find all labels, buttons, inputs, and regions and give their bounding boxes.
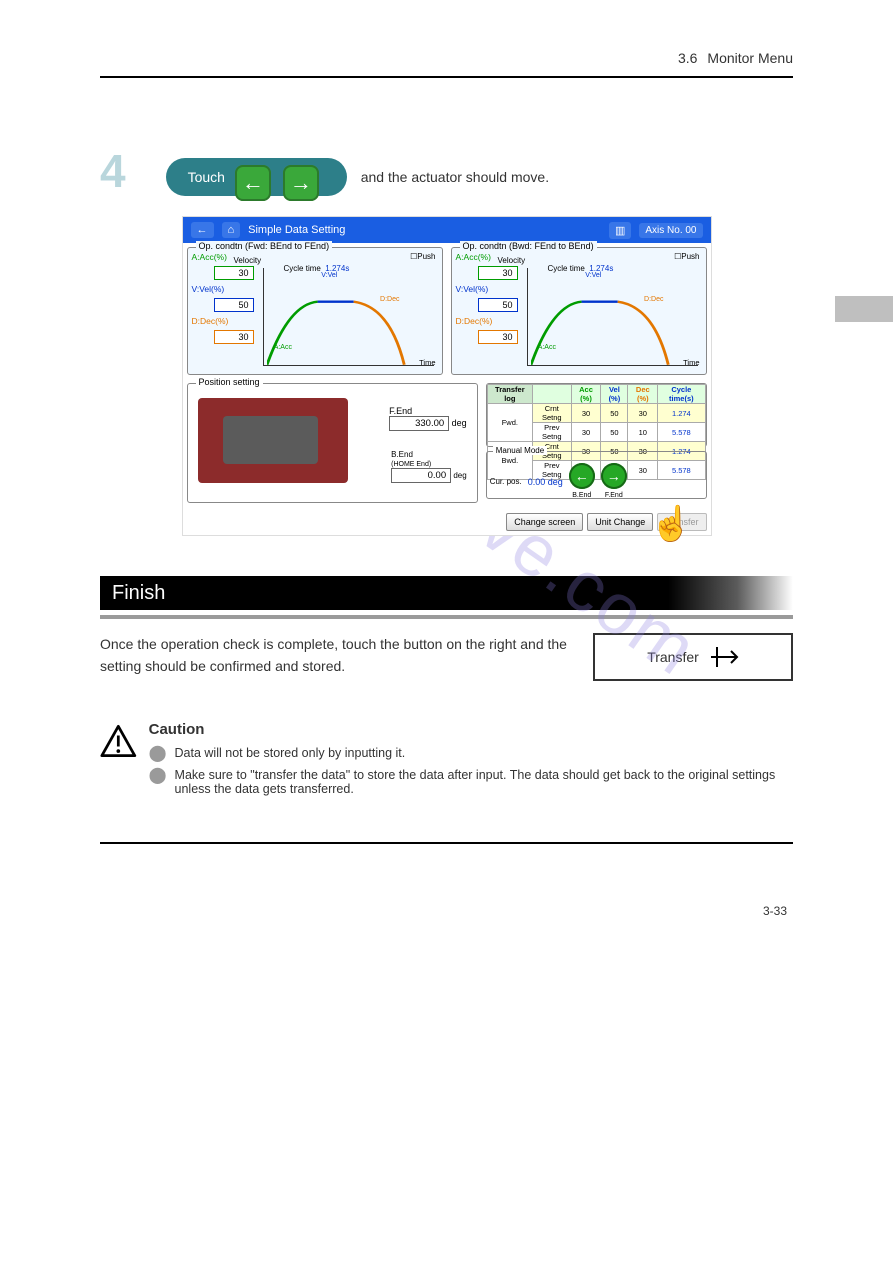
fwd-push[interactable]: ☐Push	[410, 252, 435, 261]
transfer-icon	[711, 647, 739, 667]
finish-section: Finish Once the operation check is compl…	[100, 576, 793, 681]
finish-title: Finish	[100, 576, 793, 610]
running-header: 3.6 Monitor Menu	[100, 50, 793, 66]
fwd-acc-input[interactable]: 30	[214, 266, 254, 280]
finish-paragraph: Once the operation check is complete, to…	[100, 633, 575, 678]
header-rule	[100, 76, 793, 78]
fwd-vel-input[interactable]: 50	[214, 298, 254, 312]
bwd-acc-input[interactable]: 30	[478, 266, 518, 280]
axis-number: Axis No. 00	[639, 223, 702, 238]
fwd-panel: Op. condtn (Fwd: BEnd to FEnd) ☐Push A:A…	[187, 247, 443, 375]
bwd-graph: Velocity Cycle time 1.274s Time V:Vel A:…	[527, 268, 698, 366]
pin-icon: ⬤	[149, 768, 167, 784]
motor-illustration	[198, 398, 348, 483]
manual-mode: Manual Mode Cur. pos. 0.00 deg ← B.End →…	[486, 451, 707, 499]
app-title: Simple Data Setting	[248, 224, 345, 236]
position-title: Position setting	[196, 377, 263, 387]
step-after: and the actuator should move.	[361, 169, 549, 185]
fwd-graph: Velocity Cycle time 1.274s Time V:Vel A:…	[263, 268, 434, 366]
fwd-title: Op. condtn (Fwd: BEnd to FEnd)	[196, 241, 333, 251]
warning-icon	[100, 721, 137, 761]
page-number: 3-33	[100, 904, 793, 918]
bwd-dec-input[interactable]: 30	[478, 330, 518, 344]
section-code: 3.6	[678, 50, 697, 66]
bwd-push[interactable]: ☐Push	[674, 252, 699, 261]
fend-input[interactable]: 330.00	[389, 416, 449, 431]
position-panel: Position setting F.End 330.00 deg B.End …	[187, 383, 478, 503]
section-title: Monitor Menu	[707, 50, 793, 66]
step-text: Touch ← → and the actuator should move.	[166, 158, 793, 196]
chart-icon[interactable]: ▥	[609, 222, 631, 239]
caution-box: Caution ⬤ Data will not be stored only by…	[100, 721, 793, 802]
screenshot: ← ⌂ Simple Data Setting ▥ Axis No. 00 Op…	[182, 216, 712, 536]
pin-icon: ⬤	[149, 746, 167, 762]
bwd-title: Op. condtn (Bwd: FEnd to BEnd)	[460, 241, 597, 251]
page-tab-marker	[835, 296, 893, 322]
home-button[interactable]: ⌂	[222, 222, 241, 238]
footer-rule	[100, 842, 793, 844]
bwd-panel: Op. condtn (Bwd: FEnd to BEnd) ☐Push A:A…	[451, 247, 707, 375]
caution-bullet-2: Make sure to "transfer the data" to stor…	[175, 768, 793, 796]
jog-right-icon: →	[283, 165, 319, 201]
change-screen-button[interactable]: Change screen	[506, 513, 583, 531]
bend-input[interactable]: 0.00	[391, 468, 451, 483]
app-header: ← ⌂ Simple Data Setting ▥ Axis No. 00	[183, 217, 711, 243]
transfer-callout: Transfer	[593, 633, 793, 681]
current-position: 0.00 deg	[528, 477, 563, 487]
jog-bend-button[interactable]: ←	[569, 463, 595, 489]
touch-pill: Touch ← →	[166, 158, 347, 196]
caution-bullet-1: Data will not be stored only by inputtin…	[175, 746, 406, 760]
caution-title: Caution	[149, 721, 793, 738]
step-number: 4	[100, 148, 126, 194]
jog-fend-button[interactable]: →	[601, 463, 627, 489]
fwd-dec-input[interactable]: 30	[214, 330, 254, 344]
back-button[interactable]: ←	[191, 222, 214, 238]
pointing-hand-icon: ☝	[650, 507, 692, 541]
jog-left-icon: ←	[235, 165, 271, 201]
bwd-vel-input[interactable]: 50	[478, 298, 518, 312]
unit-change-button[interactable]: Unit Change	[587, 513, 653, 531]
step-row: 4 Touch ← → and the actuator should move…	[100, 148, 793, 196]
transfer-log: Transfer log Acc (%) Vel (%) Dec (%) Cyc…	[486, 383, 707, 447]
